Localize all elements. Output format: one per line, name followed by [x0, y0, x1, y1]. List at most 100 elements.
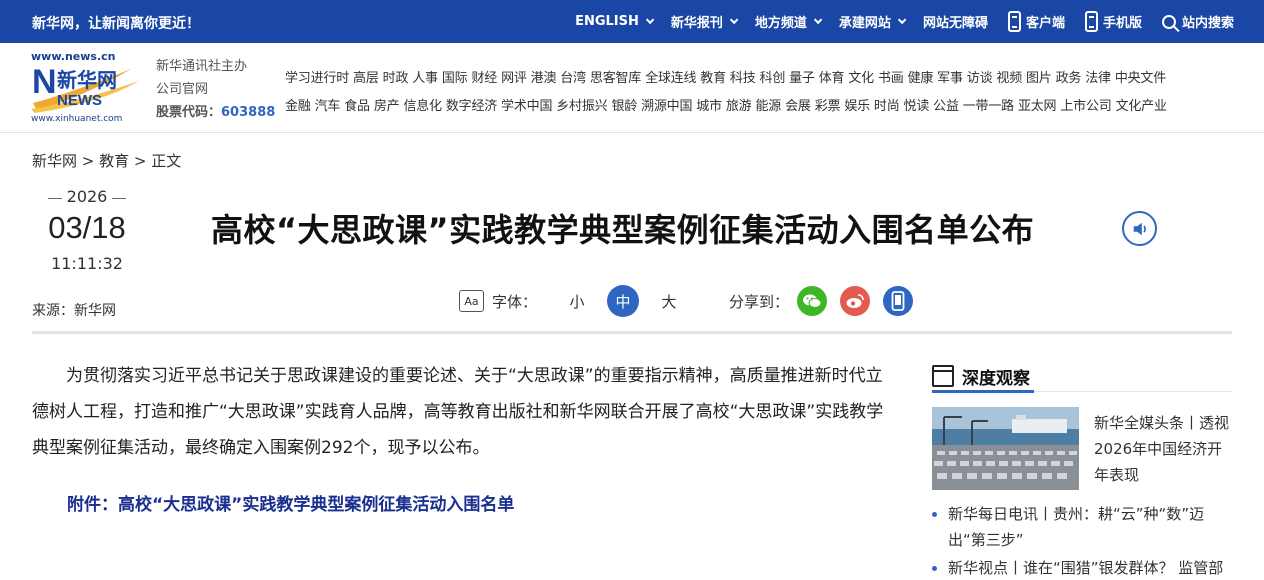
channel-link[interactable]: 时政: [383, 71, 409, 86]
channel-link[interactable]: 时尚: [874, 99, 900, 114]
channel-link[interactable]: 人事: [412, 71, 438, 86]
site-header: www.news.cn N 新华网 NEWS www.xinhuanet.com…: [0, 43, 1264, 133]
channel-link[interactable]: 汽车: [315, 99, 341, 114]
share-wechat-button[interactable]: [797, 286, 828, 316]
font-size-large[interactable]: 大: [653, 285, 685, 317]
channel-link[interactable]: 亚太网: [1018, 99, 1057, 114]
channel-link[interactable]: 全球连线: [645, 71, 696, 86]
channel-link[interactable]: 文化: [848, 71, 874, 86]
chevron-down-icon: [645, 15, 655, 24]
publish-year: 2026: [32, 187, 142, 206]
font-size-medium[interactable]: 中: [607, 285, 640, 317]
channel-link[interactable]: 体育: [819, 71, 845, 86]
font-size-icon: Aa: [459, 290, 484, 312]
channel-link[interactable]: 能源: [755, 99, 781, 114]
channel-link[interactable]: 思客智库: [590, 71, 641, 86]
xinhua-logo-graphic: N 新华网 NEWS: [31, 63, 139, 113]
nav-mobile[interactable]: 手机版: [1084, 11, 1142, 32]
channel-link[interactable]: 信息化: [403, 99, 442, 114]
channel-link[interactable]: 学习进行时: [285, 71, 349, 86]
site-slogan: 新华网，让新闻离你更近！: [32, 16, 200, 32]
channel-link[interactable]: 公益: [933, 99, 959, 114]
sidebar-heading: 深度观察: [932, 362, 1232, 393]
channel-link[interactable]: 图片: [1026, 71, 1052, 86]
logo-brand-cn: 新华网: [57, 68, 117, 92]
weibo-icon: [846, 294, 864, 308]
logo-url-top: www.news.cn: [31, 50, 116, 63]
channel-link[interactable]: 国际: [442, 71, 468, 86]
port-photo: [932, 407, 1079, 490]
list-item[interactable]: 新华每日电讯丨贵州：耕“云”种“数”迈出“第三步”: [932, 501, 1232, 553]
share-mobile-button[interactable]: [883, 286, 914, 316]
nav-hosted-sites[interactable]: 承建网站: [839, 12, 907, 31]
share-label: 分享到：: [729, 292, 790, 311]
channel-link[interactable]: 房产: [374, 99, 400, 114]
channel-link[interactable]: 财经: [471, 71, 497, 86]
sidebar-feature-headline[interactable]: 新华全媒头条丨透视2026年中国经济开年表现: [1094, 410, 1234, 488]
channel-link[interactable]: 金融: [285, 99, 311, 114]
svg-text:N: N: [32, 63, 57, 101]
channel-link[interactable]: 学术中国: [501, 99, 552, 114]
channel-link[interactable]: 银龄: [611, 99, 637, 114]
nav-site-search-label: 站内搜索: [1181, 16, 1234, 31]
channel-link[interactable]: 文化产业: [1116, 99, 1167, 114]
feature-thumbnail[interactable]: [932, 407, 1079, 490]
channel-link[interactable]: 港澳: [531, 71, 557, 86]
channel-link[interactable]: 书画: [878, 71, 904, 86]
sidebar-heading-label: 深度观察: [962, 369, 1030, 389]
publish-month-day: 03/18: [48, 210, 126, 245]
channel-link[interactable]: 法律: [1085, 71, 1111, 86]
channel-link[interactable]: 科技: [730, 71, 756, 86]
channel-link[interactable]: 食品: [344, 99, 370, 114]
attachment-link[interactable]: 附件：高校“大思政课”实践教学典型案例征集活动入围名单: [67, 490, 514, 515]
channel-link[interactable]: 视频: [996, 71, 1022, 86]
channel-link[interactable]: 台湾: [560, 71, 586, 86]
channel-link[interactable]: 溯源中国: [641, 99, 692, 114]
channel-link[interactable]: 教育: [700, 71, 726, 86]
nav-newspapers-label: 新华报刊: [670, 16, 723, 31]
channel-link[interactable]: 高层: [353, 71, 379, 86]
channel-link[interactable]: 政务: [1056, 71, 1082, 86]
publish-date: 2026 03/18 11:11:32: [32, 187, 142, 273]
site-logo[interactable]: www.news.cn N 新华网 NEWS www.xinhuanet.com: [31, 50, 143, 126]
article-title: 高校“大思政课”实践教学典型案例征集活动入围名单公布: [211, 211, 1035, 249]
nav-english-label: ENGLISH: [575, 14, 639, 29]
channel-link[interactable]: 访谈: [967, 71, 993, 86]
channel-link[interactable]: 乡村振兴: [556, 99, 607, 114]
share-weibo-button[interactable]: [840, 286, 871, 316]
read-aloud-button[interactable]: [1122, 211, 1157, 246]
stock-code-value: 603888: [221, 105, 276, 120]
speaker-icon: [1133, 222, 1146, 235]
nav-newspapers[interactable]: 新华报刊: [670, 12, 739, 31]
channel-row-2: 金融 汽车 食品 房产 信息化 数字经济 学术中国 乡村振兴 银龄 溯源中国 城市 旅游 能源 会展 彩票娱…: [285, 95, 1171, 114]
channel-link[interactable]: 会展: [785, 99, 811, 114]
channel-link[interactable]: 中央文件: [1115, 71, 1166, 86]
channel-link[interactable]: 军事: [937, 71, 963, 86]
channel-link[interactable]: 科创: [760, 71, 786, 86]
nav-accessibility[interactable]: 网站无障碍: [923, 12, 988, 31]
company-line2: 公司官网: [156, 82, 209, 97]
nav-local-channels-label: 地方频道: [754, 16, 807, 31]
channel-link[interactable]: 一带一路: [963, 99, 1014, 114]
list-item[interactable]: 新华视点丨谁在“围猎”银发群体？ 监管部: [932, 555, 1232, 580]
channel-link[interactable]: 彩票: [815, 99, 841, 114]
channel-link[interactable]: 量子: [789, 71, 815, 86]
nav-english[interactable]: ENGLISH: [575, 14, 655, 29]
nav-site-search[interactable]: 站内搜索: [1161, 12, 1234, 31]
chevron-down-icon: [729, 15, 739, 24]
article-source: 来源：新华网: [32, 303, 116, 319]
search-icon: [1161, 14, 1176, 29]
breadcrumb[interactable]: 新华网 > 教育 > 正文: [32, 150, 181, 171]
channel-link[interactable]: 数字经济: [446, 99, 497, 114]
channel-link[interactable]: 城市: [696, 99, 722, 114]
channel-link[interactable]: 网评: [501, 71, 527, 86]
channel-link[interactable]: 健康: [908, 71, 934, 86]
nav-app[interactable]: 客户端: [1007, 11, 1065, 32]
channel-link[interactable]: 悦读: [904, 99, 930, 114]
channel-link[interactable]: 旅游: [726, 99, 752, 114]
font-size-small[interactable]: 小: [561, 285, 593, 317]
channel-link[interactable]: 上市公司: [1060, 99, 1111, 114]
channel-link[interactable]: 娱乐: [844, 99, 870, 114]
article-tools: Aa 字体： 小 中 大 分享到：: [459, 285, 926, 317]
nav-local-channels[interactable]: 地方频道: [754, 12, 823, 31]
